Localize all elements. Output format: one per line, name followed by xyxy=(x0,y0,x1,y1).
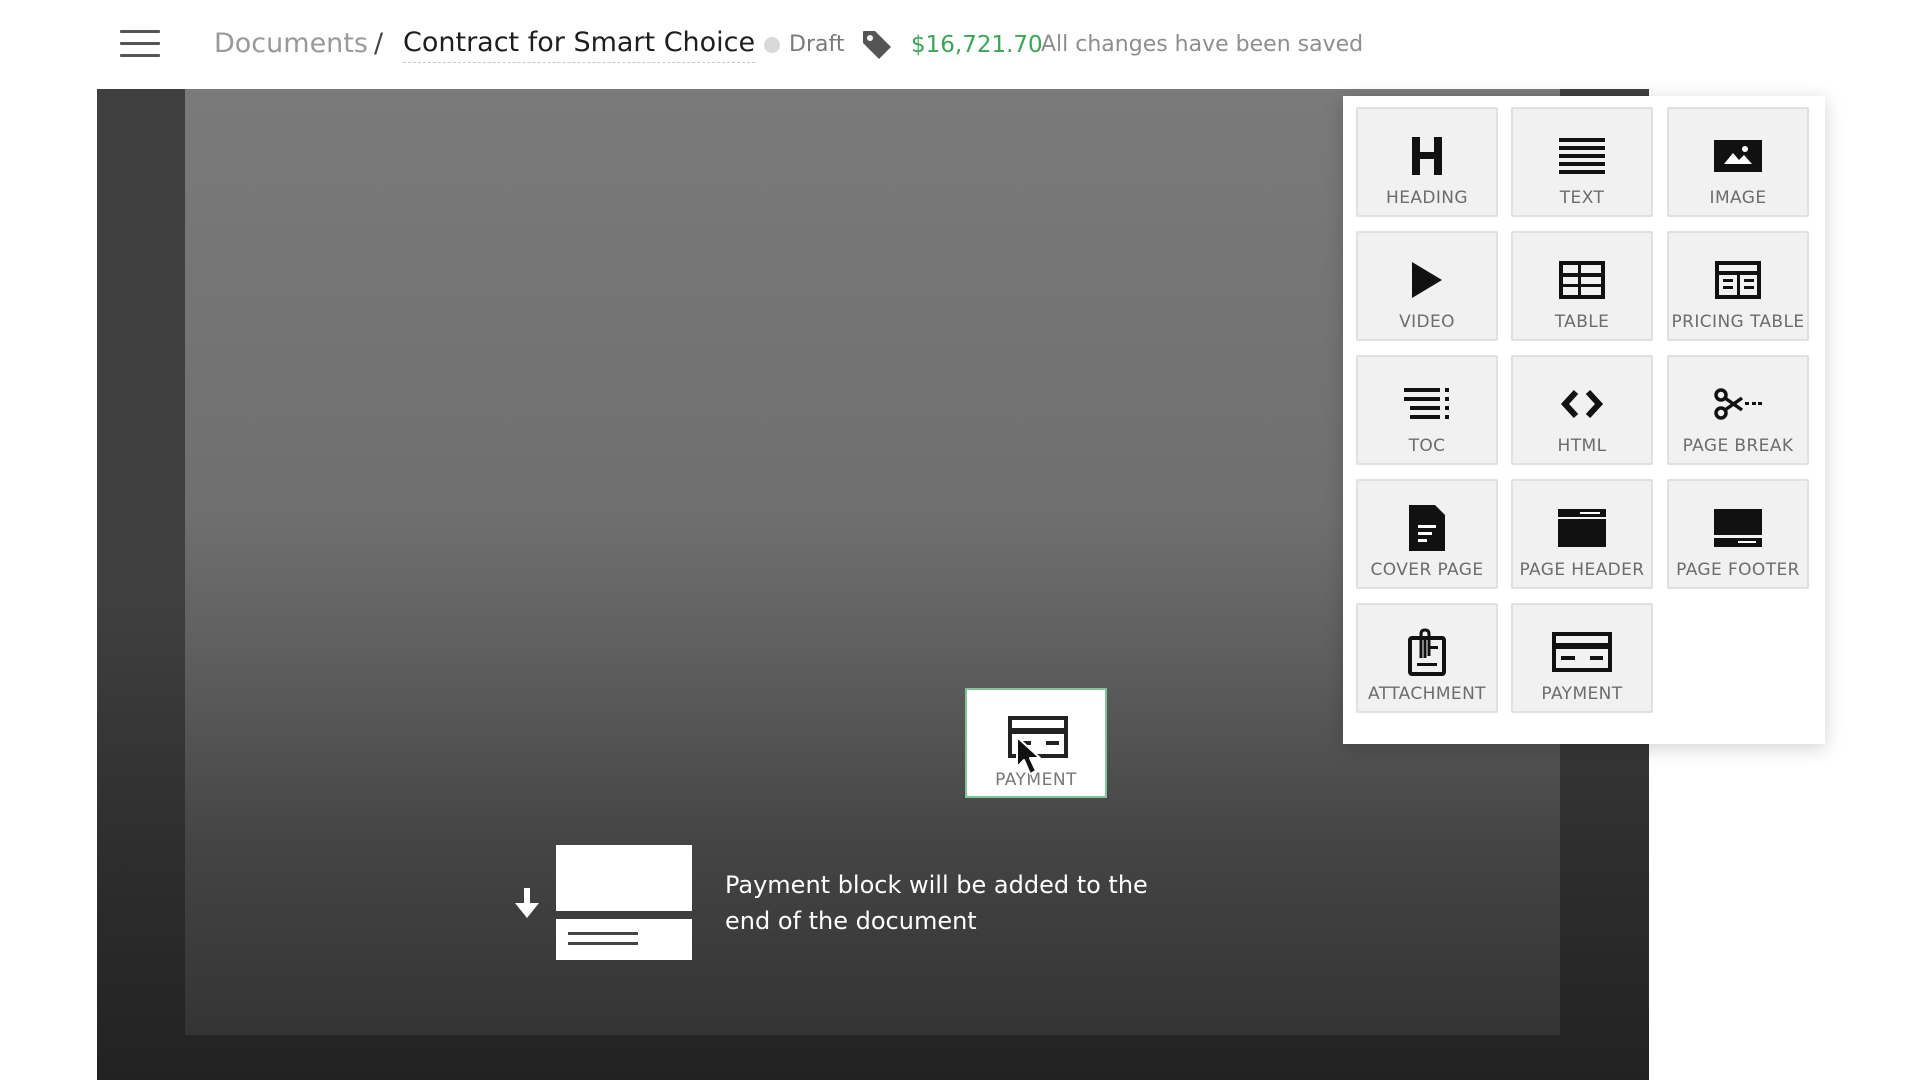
menu-icon[interactable] xyxy=(120,27,162,61)
block-video[interactable]: VIDEO xyxy=(1356,231,1498,341)
price-tag-icon[interactable] xyxy=(860,28,894,62)
block-label: COVER PAGE xyxy=(1370,560,1484,580)
block-label: IMAGE xyxy=(1709,188,1767,208)
attachment-icon xyxy=(1408,628,1446,676)
video-icon xyxy=(1412,262,1442,298)
scissors-icon xyxy=(1714,388,1762,420)
document-price: $16,721.70 xyxy=(911,32,1043,58)
payment-icon xyxy=(1552,632,1612,672)
dragged-block-label: PAYMENT xyxy=(995,770,1077,790)
block-label: VIDEO xyxy=(1399,312,1455,332)
block-label: PAYMENT xyxy=(1541,684,1623,704)
breadcrumb-separator: / xyxy=(374,28,384,59)
block-heading[interactable]: HEADING xyxy=(1356,107,1498,217)
block-page-break[interactable]: PAGE BREAK xyxy=(1667,355,1809,465)
block-payment[interactable]: PAYMENT xyxy=(1511,603,1653,713)
block-label: HEADING xyxy=(1386,188,1468,208)
breadcrumb-documents-link[interactable]: Documents xyxy=(214,24,368,64)
block-label: PRICING TABLE xyxy=(1671,312,1805,332)
text-icon xyxy=(1559,138,1605,174)
block-label: PAGE BREAK xyxy=(1682,436,1794,456)
block-toc[interactable]: TOC xyxy=(1356,355,1498,465)
block-image[interactable]: IMAGE xyxy=(1667,107,1809,217)
block-label: HTML xyxy=(1557,436,1607,456)
drop-hint-text: Payment block will be added to the end o… xyxy=(725,871,1148,935)
block-page-header[interactable]: PAGE HEADER xyxy=(1511,479,1653,589)
toc-icon xyxy=(1404,388,1449,419)
block-label: TOC xyxy=(1408,436,1446,456)
status-dot-icon xyxy=(764,37,780,53)
block-cover-page[interactable]: COVER PAGE xyxy=(1356,479,1498,589)
block-label: PAGE FOOTER xyxy=(1676,560,1800,580)
arrow-down-icon xyxy=(515,888,539,918)
table-icon xyxy=(1559,261,1605,299)
pricing-table-icon xyxy=(1715,261,1761,299)
block-label: TABLE xyxy=(1554,312,1610,332)
block-pricing-table[interactable]: PRICING TABLE xyxy=(1667,231,1809,341)
top-bar: Documents / Contract for Smart Choice Dr… xyxy=(0,0,1920,89)
block-page-footer[interactable]: PAGE FOOTER xyxy=(1667,479,1809,589)
block-text[interactable]: TEXT xyxy=(1511,107,1653,217)
block-attachment[interactable]: ATTACHMENT xyxy=(1356,603,1498,713)
block-label: ATTACHMENT xyxy=(1368,684,1486,704)
block-label: PAGE HEADER xyxy=(1519,560,1645,580)
document-title[interactable]: Contract for Smart Choice xyxy=(403,24,756,63)
image-icon xyxy=(1714,140,1762,172)
block-table[interactable]: TABLE xyxy=(1511,231,1653,341)
payment-drop-preview xyxy=(556,845,692,960)
payment-icon xyxy=(1008,716,1068,758)
save-status: All changes have been saved xyxy=(1041,32,1364,57)
content-blocks-palette: HEADING TEXT IMAGE VIDEO TABLE PRICING T… xyxy=(1343,96,1825,744)
heading-icon xyxy=(1412,137,1442,175)
html-icon xyxy=(1560,389,1604,419)
page-header-icon xyxy=(1558,509,1606,547)
dragged-payment-block[interactable]: PAYMENT xyxy=(965,688,1107,798)
cover-page-icon xyxy=(1409,505,1445,551)
block-label: TEXT xyxy=(1559,188,1605,208)
block-html[interactable]: HTML xyxy=(1511,355,1653,465)
document-status[interactable]: Draft xyxy=(789,28,844,62)
page-footer-icon xyxy=(1714,509,1762,547)
